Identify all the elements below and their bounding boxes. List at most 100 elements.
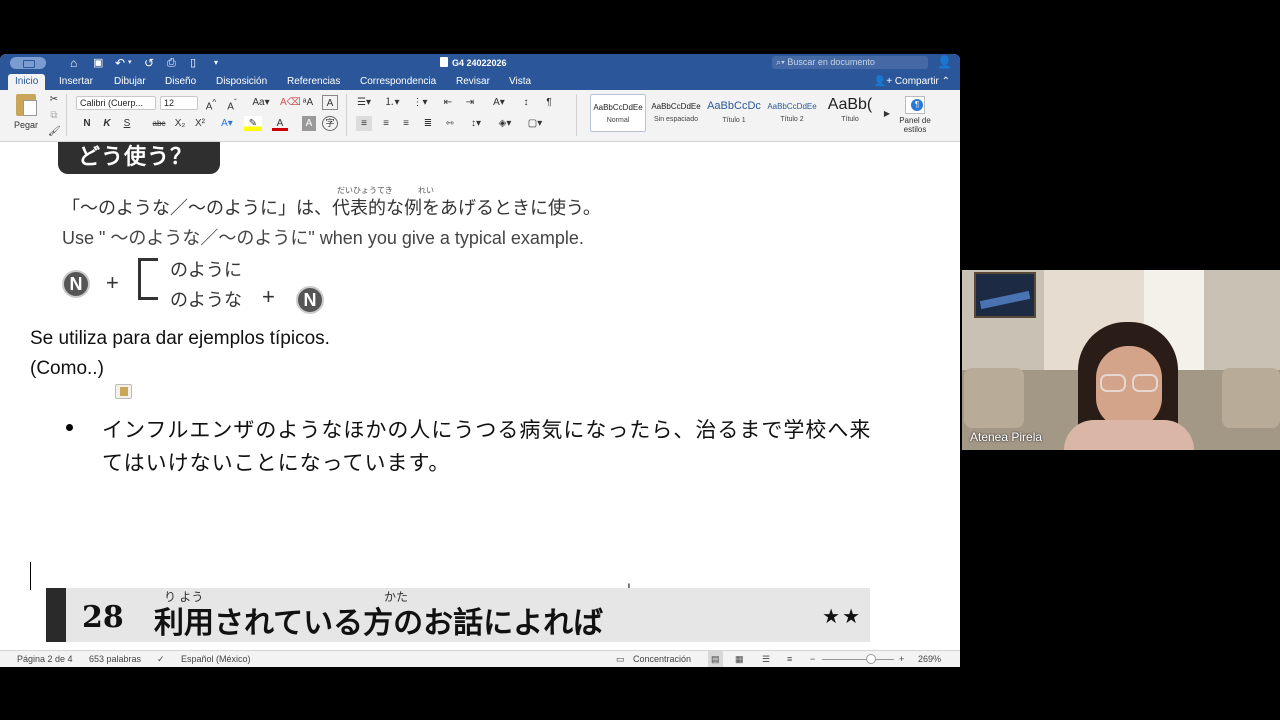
undo-dropdown-icon[interactable]: ▾	[128, 55, 132, 71]
shading-icon[interactable]: ◈▾	[494, 116, 516, 131]
copy-icon[interactable]: ⧉	[48, 108, 60, 123]
tab-inicio[interactable]: Inicio	[8, 74, 46, 90]
highlight-icon[interactable]: ✎	[244, 116, 262, 131]
document-canvas[interactable]: どう使う？ だいひょうてき れい 「〜のような／〜のように」は、代表的な例をあげ…	[0, 142, 960, 650]
redo-icon[interactable]: ↺	[144, 55, 154, 71]
styles-scroll-icon[interactable]: ▶	[882, 106, 892, 121]
subscript-button[interactable]: X₂	[172, 116, 188, 131]
distributed-icon[interactable]: ⇿	[442, 116, 458, 131]
customize-toolbar-icon[interactable]: ▾	[214, 55, 218, 71]
account-icon[interactable]: 👤	[937, 55, 952, 69]
tab-diseno[interactable]: Diseño	[158, 74, 203, 90]
font-size-select[interactable]: 12	[160, 96, 198, 110]
show-paragraph-marks-icon[interactable]: ¶	[542, 95, 556, 110]
document-title: G4 24022026	[440, 57, 507, 68]
proofing-icon[interactable]: ✓	[157, 651, 165, 667]
superscript-button[interactable]: X²	[192, 116, 208, 131]
status-bar: Página 2 de 4 653 palabras ✓ Español (Mé…	[0, 650, 960, 667]
change-case-icon[interactable]: Aa▾	[250, 95, 272, 110]
align-left-icon[interactable]: ≡	[356, 116, 372, 131]
participant-video[interactable]: Atenea Pirela	[962, 270, 1280, 450]
underline-button[interactable]: S	[120, 116, 134, 131]
tab-correspondencia[interactable]: Correspondencia	[353, 74, 443, 90]
numbering-icon[interactable]: ⒈▾	[382, 95, 402, 110]
style-titulo-2[interactable]: AaBbCcDdEe Título 2	[764, 94, 820, 132]
justify-icon[interactable]: ≣	[420, 116, 436, 131]
styles-pane-label-1: Panel de	[899, 116, 931, 125]
ribbon-divider	[346, 94, 347, 136]
paste-options-icon[interactable]	[115, 384, 132, 399]
outline-view-icon[interactable]: ☰	[762, 651, 770, 667]
zoom-slider[interactable]	[822, 659, 894, 660]
align-right-icon[interactable]: ≡	[398, 116, 414, 131]
tab-insertar[interactable]: Insertar	[52, 74, 100, 90]
sort-icon[interactable]: ↕	[518, 95, 534, 110]
home-icon[interactable]: ⌂	[70, 55, 77, 71]
style-sin-espaciado[interactable]: AaBbCcDdEe Sin espaciado	[648, 94, 704, 132]
borders-icon[interactable]: ▢▾	[524, 116, 546, 131]
print-layout-icon[interactable]: ▤	[708, 651, 723, 667]
font-name-select[interactable]: Calibri (Cuerp...	[76, 96, 156, 110]
cut-icon[interactable]: ✂	[48, 92, 60, 107]
tab-disposicion[interactable]: Disposición	[209, 74, 274, 90]
text-direction-icon[interactable]: A▾	[488, 95, 510, 110]
focus-icon[interactable]: ▭	[616, 651, 625, 667]
draft-view-icon[interactable]: ≡	[787, 651, 792, 667]
document-icon	[440, 57, 448, 67]
tab-revisar[interactable]: Revisar	[449, 74, 497, 90]
styles-pane-button[interactable]: Panel de estilos	[896, 96, 934, 134]
language[interactable]: Español (México)	[181, 651, 251, 667]
style-titulo[interactable]: AaBb( Título	[822, 94, 878, 132]
zoom-out-icon[interactable]: −	[810, 651, 815, 667]
strikethrough-button[interactable]: abc	[150, 116, 168, 131]
section-banner: どう使う？	[58, 142, 220, 174]
page-count[interactable]: Página 2 de 4	[17, 651, 73, 667]
word-count[interactable]: 653 palabras	[89, 651, 141, 667]
grow-font-icon[interactable]: A^	[203, 95, 219, 112]
zoom-slider-thumb[interactable]	[866, 654, 876, 664]
participant-name: Atenea Pirela	[970, 430, 1043, 444]
share-button[interactable]: 👤+ Compartir ⌃	[874, 74, 950, 89]
multilevel-list-icon[interactable]: ⋮▾	[410, 95, 430, 110]
character-shading-icon[interactable]: A	[302, 116, 316, 131]
italic-button[interactable]: K	[100, 116, 114, 131]
format-painter-icon[interactable]: 🖌	[48, 124, 61, 139]
english-explanation: Use " 〜のような／〜のように" when you give a typic…	[62, 228, 584, 248]
cushion	[1222, 368, 1280, 428]
sidebar-toggle-button[interactable]	[10, 57, 46, 69]
plus-sign: +	[262, 284, 275, 309]
paste-button[interactable]: Pegar	[6, 94, 46, 138]
clear-format-icon[interactable]: A⌫	[280, 95, 301, 110]
style-normal[interactable]: AaBbCcDdEe Normal	[590, 94, 646, 132]
text-effects-icon[interactable]: A▾	[218, 116, 236, 131]
increase-indent-icon[interactable]: ⇥	[462, 95, 478, 110]
bullet-icon	[66, 424, 73, 431]
new-document-icon[interactable]: ▯	[190, 55, 196, 71]
phonetic-guide-icon[interactable]: ᵃA	[300, 95, 316, 110]
zoom-level[interactable]: 269%	[918, 651, 941, 667]
tab-referencias[interactable]: Referencias	[280, 74, 347, 90]
paste-label: Pegar	[13, 120, 39, 130]
ribbon-divider	[66, 94, 67, 136]
save-icon[interactable]: ▣	[93, 55, 103, 71]
tab-vista[interactable]: Vista	[502, 74, 538, 90]
character-border-icon[interactable]: A	[322, 95, 338, 110]
style-titulo-1[interactable]: AaBbCcDc Título 1	[706, 94, 762, 132]
example-sentence: インフルエンザのようなほかの人にうつる病気になったら、治るまで学校へ来てはいけな…	[102, 418, 872, 475]
decrease-indent-icon[interactable]: ⇤	[440, 95, 456, 110]
tab-dibujar[interactable]: Dibujar	[107, 74, 153, 90]
bold-button[interactable]: N	[80, 116, 94, 131]
shrink-font-icon[interactable]: Aˇ	[224, 95, 240, 112]
search-input[interactable]: ⌕▾ Buscar en documento	[772, 56, 928, 69]
print-icon[interactable]: ⎙	[167, 55, 176, 71]
web-layout-icon[interactable]: ▦	[735, 651, 744, 667]
focus-mode[interactable]: Concentración	[633, 651, 691, 667]
zoom-in-icon[interactable]: +	[899, 651, 904, 667]
font-color-icon[interactable]: A	[272, 116, 288, 131]
line-spacing-icon[interactable]: ↕▾	[466, 116, 486, 131]
enclose-characters-icon[interactable]: 字	[322, 116, 338, 131]
bullets-icon[interactable]: ☰▾	[354, 95, 374, 110]
undo-icon[interactable]: ↶	[115, 55, 125, 71]
style-sample: AaBbCcDdEe	[767, 102, 817, 111]
align-center-icon[interactable]: ≡	[378, 116, 394, 131]
